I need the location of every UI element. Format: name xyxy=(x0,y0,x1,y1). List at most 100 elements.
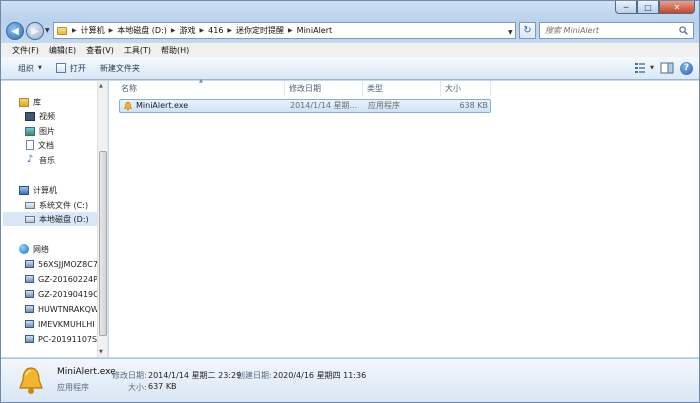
nav-drive-c[interactable]: 系统文件 (C:) xyxy=(25,198,88,212)
menu-edit[interactable]: 编辑(E) xyxy=(44,45,81,56)
nav-library[interactable]: 库 xyxy=(19,95,41,109)
close-button[interactable]: ✕ xyxy=(659,1,695,14)
nav-library-label: 库 xyxy=(33,97,41,107)
search-input[interactable] xyxy=(545,26,675,35)
column-type[interactable]: 类型 xyxy=(363,81,441,96)
breadcrumb-games[interactable]: 游戏 xyxy=(178,25,198,36)
breadcrumb-minialert[interactable]: MiniAlert xyxy=(295,26,334,35)
file-date: 2014/1/14 星期... xyxy=(290,101,358,110)
nav-network[interactable]: 网络 xyxy=(19,242,49,256)
details-size-value: 637 KB xyxy=(148,382,177,391)
nav-host-label: IMEVKMUHLHI xyxy=(38,319,95,329)
address-history-dropdown[interactable]: ▼ xyxy=(508,29,513,36)
column-size[interactable]: 大小 xyxy=(441,81,491,96)
nav-documents-label: 文档 xyxy=(38,140,54,150)
video-library-icon xyxy=(25,111,35,121)
nav-drive-d[interactable]: 本地磁盘 (D:) xyxy=(3,212,97,226)
scroll-down-icon[interactable]: ▼ xyxy=(99,349,103,355)
nav-host[interactable]: GZ-20190419O xyxy=(25,287,99,301)
explorer-window: ─ □ ✕ ◀ ▶ ▼ ▶ 计算机 ▶ 本地磁盘 (D:) ▶ 游戏 ▶ 416… xyxy=(0,0,700,403)
column-header: ▲ 名称 修改日期 类型 大小 xyxy=(109,78,699,96)
search-box[interactable] xyxy=(539,22,694,39)
file-name: MiniAlert.exe xyxy=(136,101,189,110)
bell-app-icon xyxy=(124,101,132,111)
column-name[interactable]: 名称 xyxy=(117,81,285,96)
recent-pages-dropdown[interactable]: ▼ xyxy=(45,27,50,34)
details-file-name: MiniAlert.exe xyxy=(57,367,116,377)
caption-buttons: ─ □ ✕ xyxy=(615,1,695,14)
breadcrumb-separator-icon: ▶ xyxy=(288,27,293,34)
nav-documents[interactable]: 文档 xyxy=(26,138,54,152)
nav-scroll-thumb[interactable] xyxy=(99,151,107,336)
nav-host[interactable]: GZ-20160224PA xyxy=(25,272,103,286)
title-bar: ─ □ ✕ ◀ ▶ ▼ ▶ 计算机 ▶ 本地磁盘 (D:) ▶ 游戏 ▶ 416… xyxy=(1,1,699,41)
breadcrumb-separator-icon: ▶ xyxy=(72,27,77,34)
nav-computer[interactable]: 计算机 xyxy=(19,183,57,197)
network-computer-icon xyxy=(25,305,34,313)
nav-host-label: GZ-20160224PA xyxy=(38,274,103,284)
nav-host[interactable]: PC-20191107SH xyxy=(25,332,103,346)
nav-music[interactable]: ♪ 音乐 xyxy=(25,153,55,167)
column-date[interactable]: 修改日期 xyxy=(285,81,363,96)
file-size: 638 KB xyxy=(459,101,488,110)
minimize-button[interactable]: ─ xyxy=(615,1,637,14)
refresh-button[interactable]: ↻ xyxy=(519,22,536,39)
nav-host-label: PC-20191107SH xyxy=(38,334,104,344)
menu-file[interactable]: 文件(F) xyxy=(7,45,44,56)
search-icon[interactable] xyxy=(679,26,688,35)
breadcrumb-minialert-folder[interactable]: 迷你定时提醒 xyxy=(234,25,286,36)
nav-host[interactable]: IMEVKMUHLHI xyxy=(25,317,95,331)
library-icon xyxy=(19,97,29,107)
open-button[interactable]: 打开 xyxy=(49,59,93,77)
preview-pane-icon[interactable] xyxy=(660,61,674,75)
nav-pictures[interactable]: 图片 xyxy=(25,124,55,138)
back-arrow-icon: ◀ xyxy=(11,25,19,37)
chevron-down-icon[interactable]: ▼ xyxy=(650,65,654,71)
details-file-kind: 应用程序 xyxy=(57,383,89,392)
address-bar[interactable]: ▶ 计算机 ▶ 本地磁盘 (D:) ▶ 游戏 ▶ 416 ▶ 迷你定时提醒 ▶ … xyxy=(53,22,516,39)
details-modified-label: 修改日期: xyxy=(112,371,147,380)
nav-videos-label: 视频 xyxy=(39,111,55,121)
nav-host[interactable]: 56XSJJMOZ8C7 xyxy=(25,257,98,271)
nav-drive-d-label: 本地磁盘 (D:) xyxy=(39,214,89,224)
network-computer-icon xyxy=(25,335,34,343)
new-folder-button[interactable]: 新建文件夹 xyxy=(93,59,147,77)
breadcrumb-separator-icon: ▶ xyxy=(227,27,233,34)
navigation-row: ◀ ▶ ▼ ▶ 计算机 ▶ 本地磁盘 (D:) ▶ 游戏 ▶ 416 ▶ 迷你定… xyxy=(1,19,699,41)
maximize-button[interactable]: □ xyxy=(637,1,659,14)
chevron-down-icon: ▼ xyxy=(45,27,50,34)
file-type: 应用程序 xyxy=(368,101,400,110)
navigation-pane: 库 视频 图片 文档 ♪ 音乐 计算机 系统文件 (C:) 本地磁盘 (D:) xyxy=(1,81,108,357)
file-row[interactable]: MiniAlert.exe 2014/1/14 星期... 应用程序 638 K… xyxy=(119,99,491,113)
network-computer-icon xyxy=(25,275,34,283)
breadcrumb-416[interactable]: 416 xyxy=(206,26,225,35)
details-pane: MiniAlert.exe 应用程序 修改日期: 2014/1/14 星期二 2… xyxy=(1,358,699,402)
menu-view[interactable]: 查看(V) xyxy=(81,45,119,56)
network-computer-icon xyxy=(25,260,34,268)
nav-scrollbar[interactable]: ▲ ▼ xyxy=(97,81,107,357)
back-button[interactable]: ◀ xyxy=(6,22,24,40)
bell-app-icon xyxy=(19,367,43,394)
system-drive-icon xyxy=(25,201,35,209)
toolbar-right: ▼ ? xyxy=(628,61,693,75)
view-options-icon[interactable] xyxy=(634,61,648,75)
nav-host-label: 56XSJJMOZ8C7 xyxy=(38,259,98,269)
refresh-icon: ↻ xyxy=(523,25,532,36)
folder-icon xyxy=(57,26,67,35)
nav-host[interactable]: HUWTNRAKQW xyxy=(25,302,99,316)
help-icon[interactable]: ? xyxy=(680,61,693,75)
nav-host-label: GZ-20190419O xyxy=(38,289,100,299)
nav-drive-c-label: 系统文件 (C:) xyxy=(39,200,89,210)
open-label: 打开 xyxy=(69,63,86,73)
menu-tools[interactable]: 工具(T) xyxy=(119,45,156,56)
nav-music-label: 音乐 xyxy=(39,155,55,165)
breadcrumb-computer[interactable]: 计算机 xyxy=(79,25,107,36)
picture-library-icon xyxy=(25,126,35,136)
menu-help[interactable]: 帮助(H) xyxy=(156,45,194,56)
nav-videos[interactable]: 视频 xyxy=(25,109,55,123)
command-bar: 组织 ▼ 打开 新建文件夹 ▼ ? xyxy=(1,57,699,80)
scroll-up-icon[interactable]: ▲ xyxy=(99,83,103,89)
organize-button[interactable]: 组织 ▼ xyxy=(11,59,49,77)
forward-button[interactable]: ▶ xyxy=(26,22,44,40)
breadcrumb-drive-d[interactable]: 本地磁盘 (D:) xyxy=(115,25,169,36)
